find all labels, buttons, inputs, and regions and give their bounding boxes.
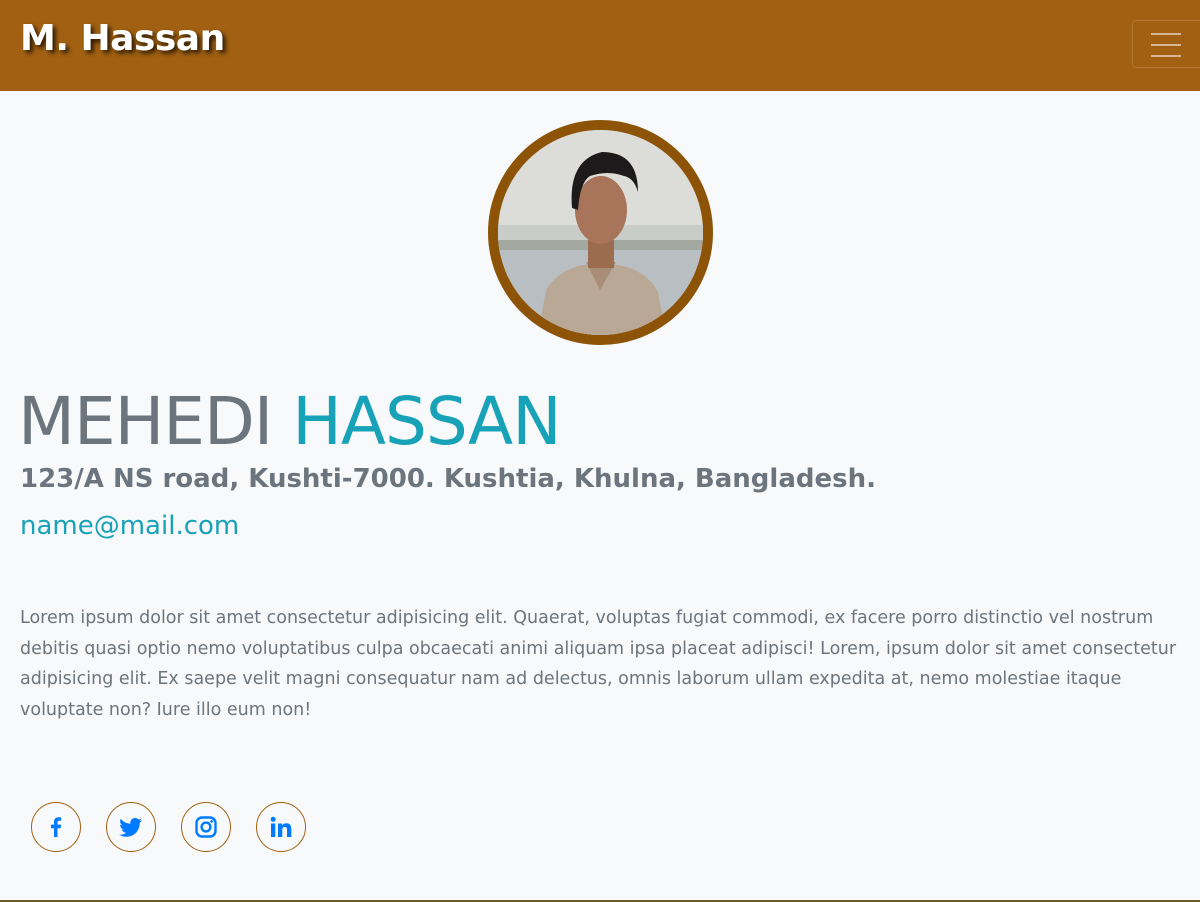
first-name: MEHEDI: [18, 383, 273, 460]
linkedin-link[interactable]: [256, 802, 306, 852]
top-navbar: M. Hassan: [0, 0, 1200, 91]
bio-paragraph: Lorem ipsum dolor sit amet consectetur a…: [20, 608, 1177, 720]
brand-link[interactable]: M. Hassan: [20, 18, 225, 59]
twitter-link[interactable]: [106, 802, 156, 852]
twitter-icon: [119, 818, 142, 837]
last-name: HASSAN: [292, 383, 561, 460]
instagram-icon: [195, 816, 217, 838]
hamburger-menu-icon: [1151, 33, 1181, 57]
linkedin-icon: [270, 816, 292, 837]
profile-photo: [488, 120, 713, 345]
facebook-link[interactable]: [31, 802, 81, 852]
facebook-icon: [51, 817, 62, 837]
instagram-link[interactable]: [181, 802, 231, 852]
email-link[interactable]: name@mail.com: [20, 507, 239, 545]
full-name-heading: MEHEDI HASSAN: [18, 382, 562, 462]
navbar-toggle-button[interactable]: [1132, 20, 1200, 68]
address-text: 123/A NS road, Kushti-7000. Kushtia, Khu…: [20, 464, 876, 494]
